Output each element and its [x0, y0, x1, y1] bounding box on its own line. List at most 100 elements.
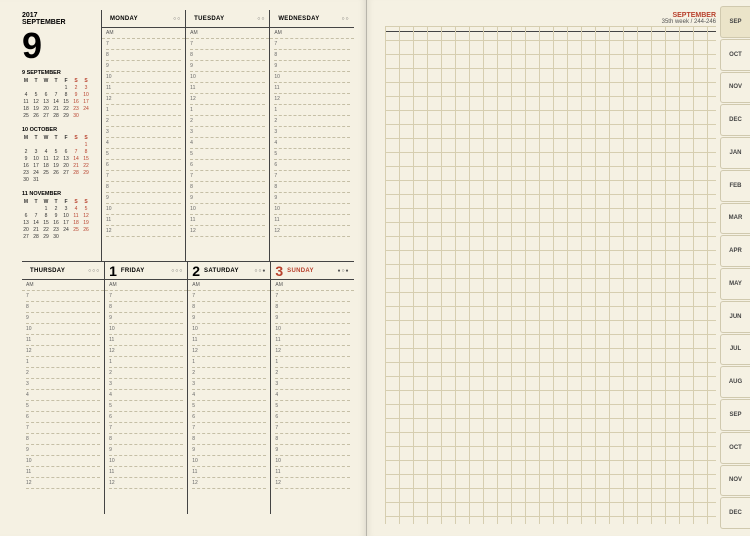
hour-label: 1 [274, 107, 282, 113]
day-dots: ○○ [341, 16, 349, 22]
hour-lines[interactable]: 789101112123456789101112 [271, 291, 353, 514]
hour-label: 8 [109, 304, 117, 310]
mini-cal-title: 9 SEPTEMBER [22, 70, 97, 76]
hour-label: 10 [106, 74, 114, 80]
hour-label: 6 [190, 162, 198, 168]
hour-label: 12 [190, 96, 198, 102]
hour-label: 9 [190, 195, 198, 201]
day-dots: ●○● [337, 268, 349, 274]
month-block: 2017 SEPTEMBER 9 9 SEPTEMBERMTWTFSS12345… [22, 10, 102, 261]
hour-label: 6 [274, 162, 282, 168]
hour-label: 11 [275, 337, 283, 343]
month-tab-jan-4[interactable]: JAN [720, 137, 750, 169]
hour-label: 3 [192, 381, 200, 387]
hour-label: 11 [192, 469, 200, 475]
hour-label: 2 [190, 118, 198, 124]
hour-label: 12 [275, 480, 283, 486]
am-label: AM [188, 280, 270, 291]
day-name: THURSDAY [30, 268, 65, 274]
hour-label: 10 [26, 458, 34, 464]
hour-label: 5 [106, 151, 114, 157]
hour-label: 8 [275, 304, 283, 310]
mini-cal-title: 10 OCTOBER [22, 127, 97, 133]
hour-label: 9 [274, 63, 282, 69]
hour-label: 7 [106, 173, 114, 179]
hour-label: 12 [26, 480, 34, 486]
hour-label: 1 [275, 359, 283, 365]
month-tab-aug-11[interactable]: AUG [720, 366, 750, 398]
day-column[interactable]: 3SUNDAY●○●AM789101112123456789101112 [271, 262, 353, 514]
hour-label: 9 [275, 315, 283, 321]
month-tab-dec-15[interactable]: DEC [720, 497, 750, 529]
day-column[interactable]: THURSDAY○○○AM789101112123456789101112 [22, 262, 105, 514]
day-column[interactable]: WEDNESDAY○○AM789101112123456789101112 [270, 10, 353, 261]
day-name: SATURDAY [204, 268, 239, 274]
mini-calendar: 10 OCTOBERMTWTFSS12345678910111213141516… [22, 127, 97, 183]
hour-label: 2 [275, 370, 283, 376]
month-tab-nov-2[interactable]: NOV [720, 72, 750, 104]
hour-label: 7 [109, 425, 117, 431]
month-tab-jun-9[interactable]: JUN [720, 301, 750, 333]
hour-label: 11 [190, 85, 198, 91]
hour-label: 10 [106, 206, 114, 212]
month-tab-feb-5[interactable]: FEB [720, 170, 750, 202]
bottom-row: THURSDAY○○○AM7891011121234567891011121FR… [22, 262, 354, 514]
mini-calendar: 9 SEPTEMBERMTWTFSS1234567891011121314151… [22, 70, 97, 119]
month-tab-dec-3[interactable]: DEC [720, 104, 750, 136]
day-column[interactable]: 1FRIDAY○○○AM789101112123456789101112 [105, 262, 188, 514]
hour-label: 1 [109, 359, 117, 365]
hour-label: 8 [275, 436, 283, 442]
hour-lines[interactable]: 789101112123456789101112 [22, 291, 104, 514]
month-tab-jul-10[interactable]: JUL [720, 334, 750, 366]
hour-lines[interactable]: 789101112123456789101112 [105, 291, 187, 514]
hour-lines[interactable]: 789101112123456789101112 [102, 39, 185, 261]
hour-label: 7 [192, 425, 200, 431]
hour-lines[interactable]: 789101112123456789101112 [186, 39, 269, 261]
day-number: 2 [192, 263, 200, 279]
month-tab-apr-7[interactable]: APR [720, 235, 750, 267]
hour-label: 7 [26, 293, 34, 299]
day-dots: ○○ [173, 16, 181, 22]
month-number: 9 [22, 28, 97, 64]
hour-label: 8 [192, 304, 200, 310]
hour-label: 10 [275, 458, 283, 464]
day-name: MONDAY [110, 16, 138, 22]
hour-label: 1 [26, 359, 34, 365]
hour-lines[interactable]: 789101112123456789101112 [270, 39, 353, 261]
hour-label: 2 [192, 370, 200, 376]
day-header: WEDNESDAY○○ [270, 10, 353, 28]
hour-label: 12 [192, 480, 200, 486]
hour-label: 9 [109, 315, 117, 321]
month-tab-sep-0[interactable]: SEP [720, 6, 750, 38]
month-tab-mar-6[interactable]: MAR [720, 203, 750, 235]
month-tab-oct-13[interactable]: OCT [720, 432, 750, 464]
hour-label: 9 [106, 195, 114, 201]
hour-label: 1 [192, 359, 200, 365]
grid-notes-area[interactable] [385, 26, 717, 524]
hour-label: 8 [274, 52, 282, 58]
day-header: MONDAY ○○ [102, 10, 185, 28]
day-column[interactable]: MONDAY○○AM789101112123456789101112 [102, 10, 186, 261]
month-tab-oct-1[interactable]: OCT [720, 39, 750, 71]
hour-lines[interactable]: 789101112123456789101112 [188, 291, 270, 514]
hour-label: 10 [275, 326, 283, 332]
hour-label: 4 [275, 392, 283, 398]
day-name: FRIDAY [121, 268, 145, 274]
month-tab-may-8[interactable]: MAY [720, 268, 750, 300]
hour-label: 12 [275, 348, 283, 354]
hour-label: 5 [190, 151, 198, 157]
hour-label: 9 [26, 315, 34, 321]
month-tab-sep-12[interactable]: SEP [720, 399, 750, 431]
hour-label: 10 [192, 326, 200, 332]
day-dots: ○○○ [171, 268, 183, 274]
hour-label: 4 [274, 140, 282, 146]
hour-label: 5 [192, 403, 200, 409]
hour-label: 7 [275, 293, 283, 299]
hour-label: 2 [26, 370, 34, 376]
month-tab-nov-14[interactable]: NOV [720, 465, 750, 497]
day-column[interactable]: TUESDAY○○AM789101112123456789101112 [186, 10, 270, 261]
day-column[interactable]: 2SATURDAY○○●AM789101112123456789101112 [188, 262, 271, 514]
hour-label: 12 [109, 348, 117, 354]
month-tabs: SEPOCTNOVDECJANFEBMARAPRMAYJUNJULAUGSEPO… [720, 6, 750, 530]
day-header: 3SUNDAY●○● [271, 262, 353, 280]
